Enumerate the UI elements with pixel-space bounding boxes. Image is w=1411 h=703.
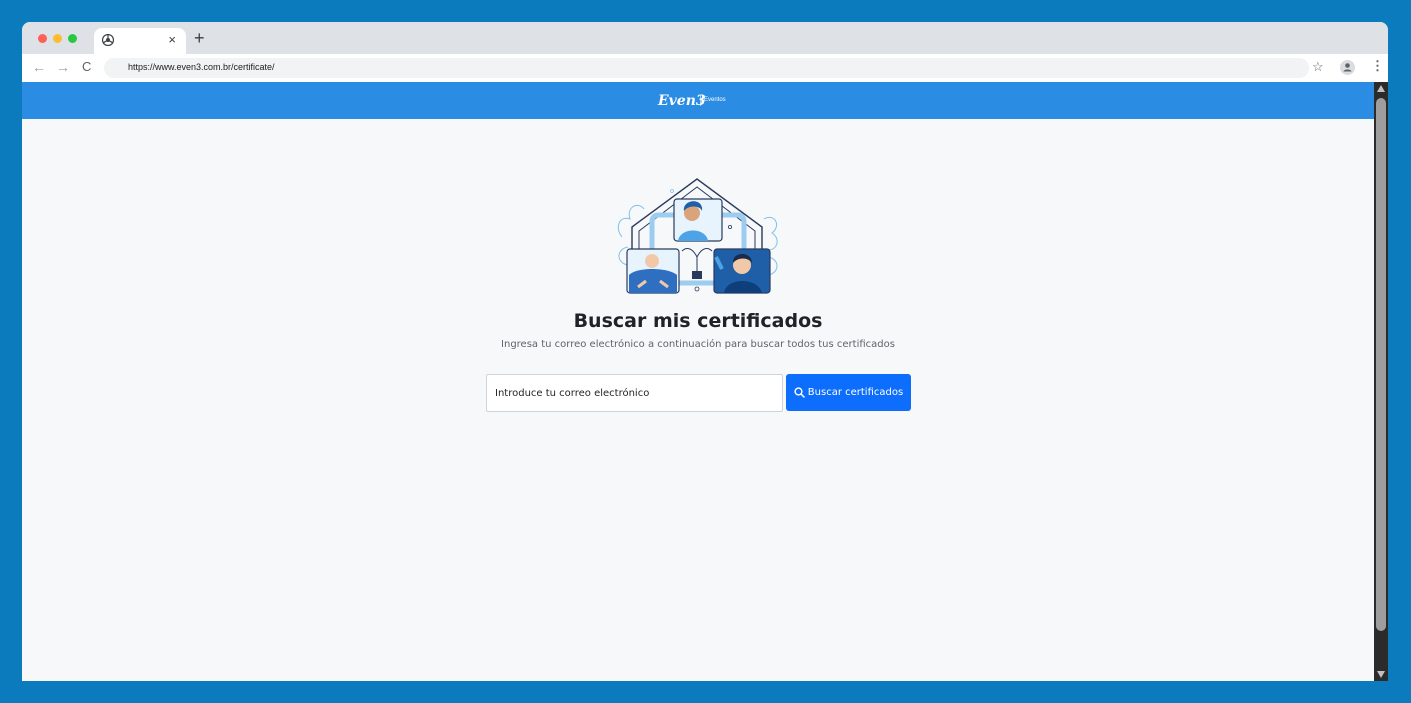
maximize-window-button[interactable] xyxy=(68,34,77,43)
minimize-window-button[interactable] xyxy=(53,34,62,43)
scroll-thumb[interactable] xyxy=(1376,98,1386,631)
chrome-favicon-icon xyxy=(102,34,114,46)
search-button-label: Buscar certificados xyxy=(807,387,904,398)
site-header: Even3 Eventos xyxy=(22,82,1374,119)
new-tab-button[interactable]: + xyxy=(194,28,205,48)
logo-subtitle: Eventos xyxy=(704,97,726,103)
back-arrow-icon[interactable]: ← xyxy=(32,59,46,75)
close-window-button[interactable] xyxy=(38,34,47,43)
logo-divider xyxy=(700,95,701,106)
search-icon xyxy=(794,387,805,398)
browser-menu-icon[interactable]: ⋮ xyxy=(1371,58,1384,74)
scroll-down-arrow-icon[interactable] xyxy=(1377,671,1385,678)
reload-icon[interactable]: C xyxy=(82,59,91,75)
search-certificates-button[interactable]: Buscar certificados xyxy=(786,374,911,411)
page-viewport: Even3 Eventos Buscar mis certificados In… xyxy=(22,82,1374,681)
profile-avatar-icon[interactable] xyxy=(1340,60,1355,75)
vertical-scrollbar[interactable] xyxy=(1374,82,1388,681)
page-subtitle: Ingresa tu correo electrónico a continua… xyxy=(501,339,895,350)
forward-arrow-icon[interactable]: → xyxy=(56,59,70,75)
address-bar[interactable]: https://www.even3.com.br/certificate/ xyxy=(104,58,1309,78)
certificates-illustration xyxy=(617,178,778,294)
tab-strip: × + xyxy=(22,22,1388,54)
url-text[interactable]: https://www.even3.com.br/certificate/ xyxy=(128,62,275,72)
browser-toolbar: ← → C https://www.even3.com.br/certifica… xyxy=(22,54,1388,82)
browser-window: × + ← → C https://www.even3.com.br/certi… xyxy=(22,22,1388,681)
browser-tab[interactable]: × xyxy=(94,28,186,54)
bookmark-star-icon[interactable]: ☆ xyxy=(1312,59,1324,75)
even3-logo[interactable]: Even3 xyxy=(658,93,706,109)
page-title: Buscar mis certificados xyxy=(573,310,823,332)
scroll-up-arrow-icon[interactable] xyxy=(1377,85,1385,92)
email-field[interactable] xyxy=(486,374,783,412)
tab-close-icon[interactable]: × xyxy=(168,32,176,48)
